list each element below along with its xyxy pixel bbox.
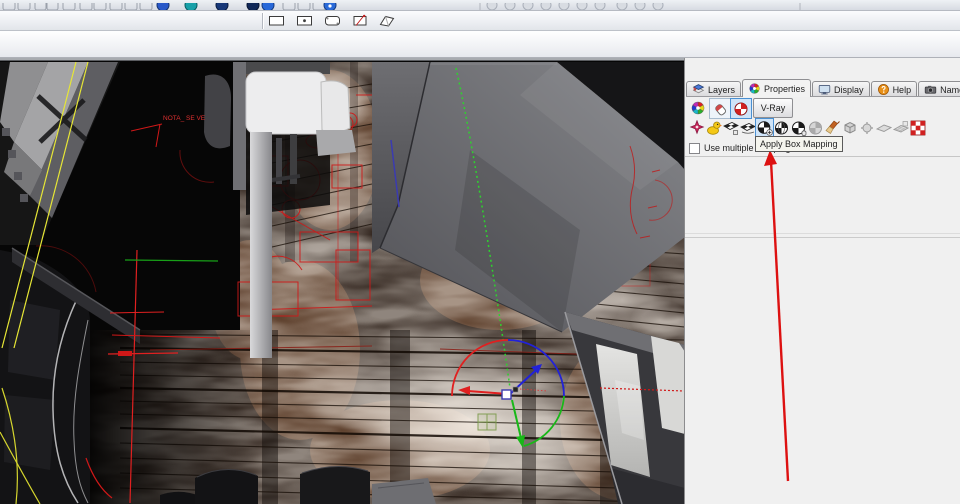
object-material-button[interactable] <box>709 98 731 119</box>
match-mapping-brush-icon[interactable] <box>824 119 841 137</box>
plane-surface-tool-icon[interactable] <box>378 13 396 28</box>
top-toolbar-icons[interactable] <box>0 0 960 11</box>
help-icon <box>877 83 890 96</box>
material-icon <box>715 103 727 115</box>
tab-properties[interactable]: Properties <box>742 79 812 97</box>
tab-display[interactable]: Display <box>812 81 870 97</box>
vray-button[interactable]: V-Ray <box>753 98 793 118</box>
tab-layers[interactable]: Layers <box>686 81 742 97</box>
planar-uv-icon-disabled[interactable] <box>875 119 892 137</box>
custom-mapping-icon-disabled[interactable] <box>807 119 824 137</box>
rectangle-tool-icon[interactable] <box>268 13 286 28</box>
tab-label: Layers <box>708 84 736 95</box>
use-multiple-mapping-checkbox[interactable] <box>689 142 700 154</box>
rectangle-3point-tool-icon[interactable] <box>352 13 370 28</box>
color-wheel-icon <box>748 82 761 95</box>
box-mapping-icon[interactable] <box>755 118 774 138</box>
mapping-widget-icon-disabled[interactable] <box>858 119 875 137</box>
empty-toolbar-strip <box>0 31 960 58</box>
monitor-icon <box>818 83 831 96</box>
checker-texture-icon[interactable] <box>909 119 926 137</box>
texture-mapping-icon <box>734 102 748 115</box>
main-area: NOTA_ SE VE Layers Properties Display He… <box>0 58 960 504</box>
rounded-rectangle-tool-icon[interactable] <box>324 13 342 28</box>
tab-label: Properties <box>764 83 806 94</box>
tab-named-views[interactable]: Named Views <box>918 81 960 97</box>
mapping-toolbar <box>688 118 926 138</box>
gumball-origin-handle[interactable] <box>501 389 512 400</box>
rectangle-toolbar <box>0 11 960 31</box>
panel-tab-bar: Layers Properties Display Help Named Vie… <box>686 79 960 97</box>
panel-divider <box>685 233 960 234</box>
cad-annotation-text: NOTA_ SE VE <box>163 115 206 122</box>
top-toolbar <box>0 0 960 11</box>
box-uv-icon-disabled[interactable] <box>841 119 858 137</box>
cplane-grid-square <box>477 413 497 431</box>
rectangle-center-point-tool-icon[interactable] <box>296 13 314 28</box>
camera-icon <box>924 83 937 96</box>
tooltip: Apply Box Mapping <box>755 136 843 152</box>
tab-label: Help <box>892 84 912 95</box>
panel-divider <box>685 156 960 157</box>
panel-divider <box>685 237 960 238</box>
planar-mapping-icon[interactable] <box>722 119 739 137</box>
mapping-duck-icon[interactable] <box>705 119 722 137</box>
object-color-button[interactable] <box>688 98 708 117</box>
color-wheel-icon <box>691 101 705 114</box>
side-panel: Layers Properties Display Help Named Vie… <box>684 58 960 504</box>
tab-help[interactable]: Help <box>870 81 918 97</box>
object-texture-mapping-button[interactable] <box>730 98 752 119</box>
tab-label: Named Views <box>940 84 960 95</box>
show-mapping-widget-icon[interactable] <box>688 119 705 137</box>
unwrap-icon-disabled[interactable] <box>892 119 909 137</box>
viewport-canvas[interactable]: NOTA_ SE VE <box>0 58 684 504</box>
spherical-mapping-icon[interactable] <box>773 119 790 137</box>
layers-icon <box>692 83 705 96</box>
surface-mapping-icon[interactable] <box>739 119 756 137</box>
cylindrical-mapping-icon[interactable] <box>790 119 807 137</box>
toolbar-separator <box>262 13 264 29</box>
tab-label: Display <box>834 84 864 95</box>
